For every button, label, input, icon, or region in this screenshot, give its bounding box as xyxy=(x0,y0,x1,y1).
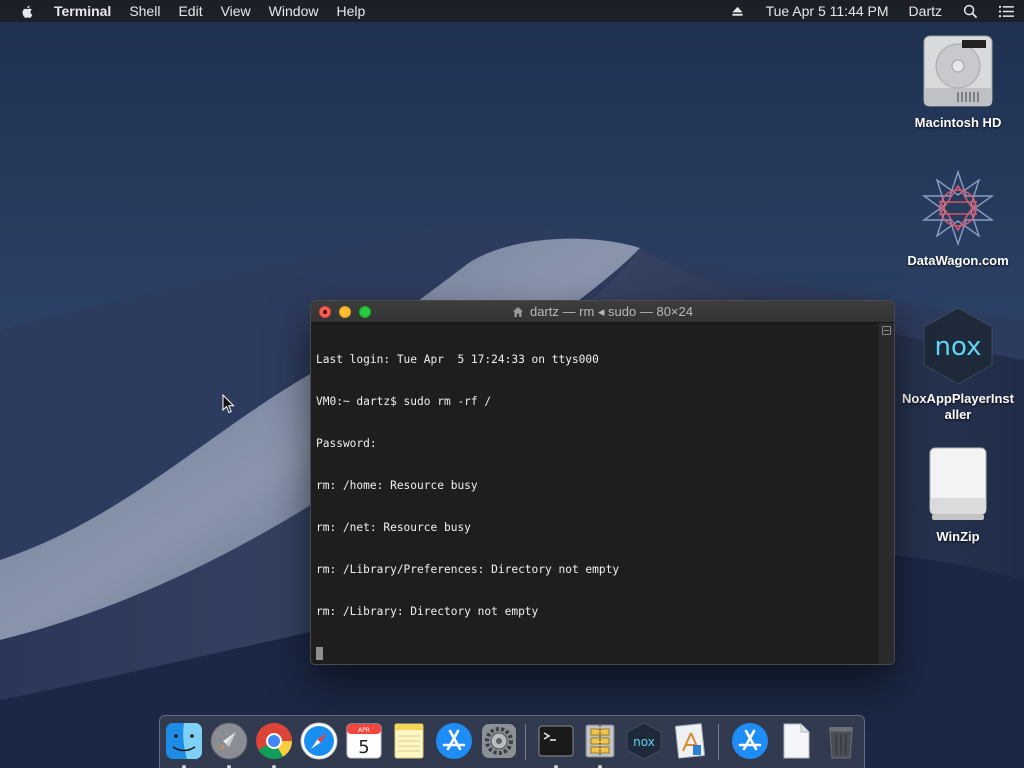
terminal-icon xyxy=(538,725,574,757)
dock-item-calendar[interactable]: APR 5 xyxy=(344,721,384,761)
removable-drive-icon xyxy=(918,444,998,524)
nox-logo-text: nox xyxy=(633,735,655,749)
dock-item-notes[interactable] xyxy=(389,721,429,761)
menu-view[interactable]: View xyxy=(212,0,260,22)
dock-item-documents[interactable] xyxy=(776,721,816,761)
trash-icon xyxy=(829,727,853,759)
rocket-icon xyxy=(210,722,248,760)
dock-item-archive[interactable] xyxy=(580,721,620,768)
menu-edit[interactable]: Edit xyxy=(169,0,211,22)
desktop-icon-nox-installer[interactable]: nox NoxAppPlayerInstaller xyxy=(898,306,1018,423)
compass-icon xyxy=(300,722,338,760)
window-title: dartz — rm ◂ sudo — 80×24 xyxy=(311,301,894,323)
terminal-line: rm: /Library/Preferences: Directory not … xyxy=(316,563,620,576)
terminal-line: VM0:~ dartz$ sudo rm -rf / xyxy=(316,395,492,408)
dock-item-launchpad[interactable] xyxy=(209,721,249,768)
gear-icon xyxy=(482,724,516,758)
dock-item-system-preferences[interactable] xyxy=(479,721,519,761)
terminal-output[interactable]: Last login: Tue Apr 5 17:24:33 on ttys00… xyxy=(311,323,880,664)
archive-icon xyxy=(585,724,615,758)
dock-item-installer[interactable] xyxy=(669,721,709,761)
home-folder-icon xyxy=(512,306,524,318)
calendar-icon: APR 5 xyxy=(346,723,382,759)
terminal-line: rm: /net: Resource busy xyxy=(316,521,471,534)
notification-center-icon[interactable] xyxy=(988,0,1024,22)
menu-user[interactable]: Dartz xyxy=(899,0,952,22)
desktop-icon-label: WinZip xyxy=(936,529,980,544)
dock-separator xyxy=(525,724,526,760)
menu-app-name[interactable]: Terminal xyxy=(54,0,120,22)
menu-shell[interactable]: Shell xyxy=(120,0,169,22)
menu-extras: Tue Apr 5 11:44 PM Dartz xyxy=(720,0,1024,22)
terminal-line: Password: xyxy=(316,437,377,450)
terminal-line: Last login: Tue Apr 5 17:24:33 on ttys00… xyxy=(316,353,599,366)
dock: APR 5 nox xyxy=(159,715,865,768)
window-title-text: dartz — rm ◂ sudo — 80×24 xyxy=(530,304,693,319)
desktop-icon-label: Macintosh HD xyxy=(914,115,1002,130)
dock-item-app-store[interactable] xyxy=(434,721,474,761)
nox-icon: nox xyxy=(626,722,662,760)
desktop-icon-datawagon[interactable]: DataWagon.com xyxy=(898,168,1018,269)
finder-icon xyxy=(166,723,202,759)
terminal-window[interactable]: dartz — rm ◂ sudo — 80×24 Last login: Tu… xyxy=(310,300,895,665)
installer-icon xyxy=(674,723,705,759)
menu-window[interactable]: Window xyxy=(260,0,328,22)
hard-drive-icon xyxy=(918,30,998,110)
terminal-titlebar[interactable]: dartz — rm ◂ sudo — 80×24 xyxy=(311,301,894,323)
desktop-icon-winzip[interactable]: WinZip xyxy=(898,444,1018,545)
menu-clock[interactable]: Tue Apr 5 11:44 PM xyxy=(756,0,899,22)
terminal-scrollbar[interactable] xyxy=(878,323,894,664)
app-store-icon xyxy=(732,723,768,759)
document-icon xyxy=(783,723,810,759)
dock-item-safari[interactable] xyxy=(299,721,339,761)
dock-item-chrome[interactable] xyxy=(254,721,294,768)
split-pane-icon[interactable] xyxy=(882,326,891,335)
chrome-icon xyxy=(256,723,292,760)
terminal-cursor-line xyxy=(316,647,875,661)
star-polygon-icon xyxy=(918,168,998,248)
eject-icon[interactable] xyxy=(720,0,756,22)
terminal-line: rm: /home: Resource busy xyxy=(316,479,478,492)
dock-item-downloads[interactable] xyxy=(730,721,770,761)
app-store-icon xyxy=(436,723,472,759)
calendar-day: 5 xyxy=(358,737,369,758)
mouse-pointer-icon xyxy=(222,394,235,414)
dock-item-trash[interactable] xyxy=(821,721,861,761)
menu-bar: Terminal Shell Edit View Window Help Tue… xyxy=(0,0,1024,22)
desktop-icon-label: DataWagon.com xyxy=(907,253,1009,268)
dock-separator xyxy=(718,724,719,760)
dock-item-finder[interactable] xyxy=(164,721,204,768)
text-cursor xyxy=(316,647,323,660)
notes-icon xyxy=(394,723,424,759)
nox-logo-text: nox xyxy=(935,332,982,362)
spotlight-search-icon[interactable] xyxy=(952,0,988,22)
menu-help[interactable]: Help xyxy=(327,0,374,22)
apple-menu-icon[interactable] xyxy=(20,3,36,19)
dock-item-terminal[interactable] xyxy=(536,721,576,768)
desktop-icon-macintosh-hd[interactable]: Macintosh HD xyxy=(898,30,1018,131)
desktop-icon-label: NoxAppPlayerInstaller xyxy=(902,391,1014,422)
dock-item-nox[interactable]: nox xyxy=(624,721,664,761)
terminal-line: rm: /Library: Directory not empty xyxy=(316,605,539,618)
nox-icon: nox xyxy=(918,306,998,386)
calendar-month: APR xyxy=(358,727,370,734)
